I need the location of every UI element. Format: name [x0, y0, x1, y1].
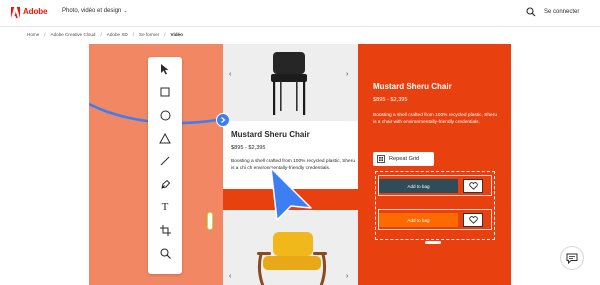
- nav-menu-label: Photo, vidéo et design: [62, 8, 122, 14]
- text-tool-button[interactable]: T: [157, 199, 173, 215]
- triangle-icon: [159, 132, 171, 143]
- breadcrumb-adobe-xd[interactable]: Adobe XD: [107, 32, 128, 37]
- breadcrumb-current-video: Vidéo: [170, 32, 183, 37]
- heart-icon: [468, 182, 478, 190]
- wishlist-button[interactable]: [463, 179, 483, 193]
- wishlist-button-alt[interactable]: [463, 213, 483, 227]
- breadcrumb-separator: /: [44, 32, 46, 37]
- global-nav: Adobe Photo, vidéo et design ⌄ Se connect…: [0, 0, 600, 27]
- hero-xd-illustration: ‹ › Mustard Sheru Chair $895 - $2,395 Bo…: [89, 44, 511, 285]
- add-to-bag-button[interactable]: Add to bag: [379, 179, 458, 193]
- text-icon: T: [161, 201, 169, 213]
- triangle-tool-button[interactable]: [157, 130, 173, 146]
- breadcrumb: Home / Adobe Creative Cloud / Adobe XD /…: [27, 30, 183, 39]
- panel-product-description: Boosting a shell crafted from 100% recyc…: [373, 113, 497, 125]
- breadcrumb-separator: /: [132, 32, 135, 37]
- wire-connector-handle[interactable]: [216, 113, 230, 127]
- breadcrumb-creative-cloud[interactable]: Adobe Creative Cloud: [51, 32, 96, 37]
- chat-button[interactable]: [560, 246, 584, 270]
- heart-icon: [468, 216, 478, 224]
- breadcrumb-se-former[interactable]: Se former: [139, 32, 159, 37]
- select-tool-button[interactable]: [157, 61, 173, 77]
- breadcrumb-separator: /: [164, 32, 166, 37]
- breadcrumb-separator: /: [100, 32, 102, 37]
- search-icon[interactable]: [526, 7, 536, 17]
- repeat-grid-resize-handle[interactable]: [425, 241, 441, 244]
- pen-icon: [160, 179, 170, 189]
- rectangle-icon: [160, 87, 170, 97]
- nav-menu-photo-video-design[interactable]: Photo, vidéo et design ⌄: [62, 8, 128, 14]
- resize-drag-handle[interactable]: [207, 212, 213, 230]
- sign-in-link[interactable]: Se connecter: [544, 9, 579, 15]
- pen-tool-button[interactable]: [157, 176, 173, 192]
- ellipse-tool-button[interactable]: [157, 107, 173, 123]
- chevron-down-icon: ⌄: [123, 8, 128, 14]
- ellipse-icon: [160, 110, 170, 120]
- brand-name[interactable]: Adobe: [23, 7, 47, 16]
- repeat-grid-label: Repeat Grid: [389, 156, 420, 162]
- cursor-arrow-icon: [270, 167, 312, 221]
- panel-product-name: Mustard Sheru Chair: [373, 82, 452, 91]
- artboard-tool-button[interactable]: [157, 222, 173, 238]
- breadcrumb-home[interactable]: Home: [27, 32, 39, 37]
- zoom-tool-button[interactable]: [157, 245, 173, 261]
- repeat-grid-icon: [377, 155, 385, 163]
- artboard-icon: [159, 224, 171, 236]
- add-to-bag-button-alt[interactable]: Add to bag: [379, 213, 458, 227]
- repeat-grid-button[interactable]: Repeat Grid: [373, 152, 434, 166]
- zoom-icon: [160, 248, 171, 259]
- adobe-logo-icon[interactable]: [11, 7, 20, 18]
- line-icon: [160, 156, 170, 166]
- line-tool-button[interactable]: [157, 153, 173, 169]
- xd-toolbar: T: [148, 57, 182, 274]
- arrow-right-icon: [221, 117, 226, 123]
- rectangle-tool-button[interactable]: [157, 84, 173, 100]
- pointer-icon: [161, 64, 169, 75]
- chat-icon: [566, 253, 578, 264]
- panel-product-price: $895 - $2,395: [373, 97, 408, 103]
